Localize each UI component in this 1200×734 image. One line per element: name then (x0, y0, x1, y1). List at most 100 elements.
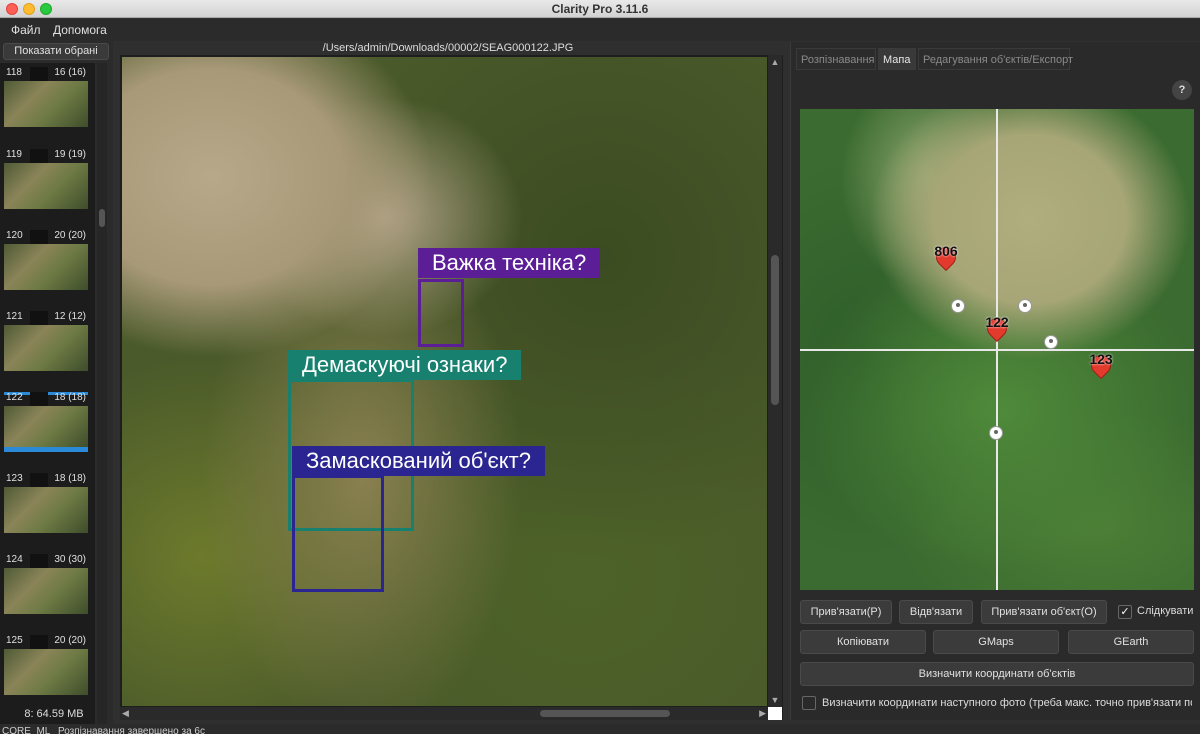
thumbnail-count: 18 (18) (54, 473, 86, 484)
status-message: Розпізнавання завершено за 6с (58, 726, 205, 734)
map-marker-label: 122 (985, 314, 1009, 330)
status-bar: CORE_ML Розпізнавання завершено за 6с (0, 724, 1200, 734)
image-path: /Users/admin/Downloads/00002/SEAG000122.… (322, 42, 574, 54)
thumbnail-index: 121 (6, 311, 23, 322)
viewer-horizontal-scrollbar[interactable]: ◀ ▶ (120, 707, 768, 720)
determine-coordinates-button[interactable]: Визначити координати об'єктів (800, 662, 1194, 686)
menu-help[interactable]: Допомога (53, 23, 107, 37)
thumbnail-image (4, 649, 88, 695)
app-window: Clarity Pro 3.11.6 Файл Допомога Показат… (0, 0, 1200, 734)
right-panel: Розпізнавання Мапа Редагування об'єктів/… (790, 42, 1200, 720)
detection-box-heavy-equipment[interactable] (418, 279, 464, 347)
title-bar: Clarity Pro 3.11.6 (0, 0, 1200, 18)
thumbnail-index: 120 (6, 230, 23, 241)
follow-label: Слідкувати (1137, 605, 1194, 617)
scroll-down-icon[interactable]: ▼ (768, 693, 782, 707)
scroll-corner (768, 707, 782, 720)
thumbnail-image (4, 325, 88, 371)
waypoint-icon[interactable] (951, 299, 965, 313)
status-core: CORE_ML (2, 726, 51, 734)
crosshair-horizontal (800, 349, 1194, 351)
gearth-button[interactable]: GEarth (1068, 630, 1194, 654)
thumbnail-mask (30, 311, 48, 325)
thumbnail-panel: Показати обрані 118 16 (16) 119 19 (19) … (0, 41, 113, 734)
unbind-button[interactable]: Відв'язати (899, 600, 973, 624)
thumbnail-item[interactable]: 120 20 (20) (4, 230, 88, 290)
detection-box-masked-object[interactable] (292, 475, 384, 592)
bind-button[interactable]: Прив'язати(Р) (800, 600, 892, 624)
thumbnail-count: 12 (12) (54, 311, 86, 322)
waypoint-icon[interactable] (989, 426, 1003, 440)
menu-bar: Файл Допомога (0, 19, 1200, 41)
next-photo-checkbox[interactable] (802, 696, 816, 710)
thumbnail-image (4, 487, 88, 533)
aerial-photo[interactable]: Важка техніка? Демаскуючі ознаки? Замаск… (122, 57, 767, 706)
scroll-left-icon[interactable]: ◀ (122, 707, 129, 720)
thumbnail-image (4, 568, 88, 614)
memory-usage: 8: 64.59 MB (24, 708, 84, 720)
detection-label-unmasking-signs: Демаскуючі ознаки? (288, 350, 522, 380)
gmaps-button[interactable]: GMaps (933, 630, 1059, 654)
next-photo-label: Визначити координати наступного фото (тр… (822, 697, 1192, 709)
map-marker-806[interactable]: 806 (931, 242, 961, 277)
help-button[interactable]: ? (1172, 80, 1192, 100)
scrollbar-handle[interactable] (99, 209, 105, 227)
thumbnail-index: 119 (6, 149, 22, 160)
thumbnail-mask (30, 67, 48, 81)
map-marker-label: 806 (934, 243, 958, 259)
thumbnail-count: 18 (18) (54, 392, 86, 403)
thumbnail-item[interactable]: 118 16 (16) (4, 67, 88, 127)
thumbnail-item[interactable]: 123 18 (18) (4, 473, 88, 533)
thumbnail-index: 118 (6, 67, 22, 78)
map-marker-122[interactable]: 122 (982, 313, 1012, 348)
thumbnail-mask (30, 392, 48, 406)
copy-button[interactable]: Копіювати (800, 630, 926, 654)
thumbnail-item-selected[interactable]: 122 18 (18) (4, 392, 88, 452)
satellite-map[interactable]: 806 122 123 (800, 109, 1194, 590)
thumbnail-count: 19 (19) (54, 149, 86, 160)
scroll-up-icon[interactable]: ▲ (768, 55, 782, 69)
thumbnail-mask (30, 554, 48, 568)
thumbnail-item[interactable]: 124 30 (30) (4, 554, 88, 614)
scrollbar-handle[interactable] (771, 255, 779, 405)
thumbnail-mask (30, 230, 48, 244)
waypoint-icon[interactable] (1044, 335, 1058, 349)
thumbnail-mask (30, 149, 48, 163)
thumbnail-image (4, 244, 88, 290)
thumbnail-index: 122 (6, 392, 23, 403)
image-viewer[interactable]: Важка техніка? Демаскуючі ознаки? Замаск… (120, 55, 783, 720)
thumbnail-item[interactable]: 119 19 (19) (4, 149, 88, 209)
scrollbar-handle[interactable] (540, 710, 670, 717)
thumbnail-count: 20 (20) (54, 230, 86, 241)
thumbnail-mask (30, 473, 48, 487)
tab-map[interactable]: Мапа (878, 48, 916, 70)
waypoint-icon[interactable] (1018, 299, 1032, 313)
detection-label-masked-object: Замаскований об'єкт? (292, 446, 545, 476)
thumbnail-count: 30 (30) (54, 554, 86, 565)
thumbnail-index: 124 (6, 554, 23, 565)
detection-label-heavy-equipment: Важка техніка? (418, 248, 601, 278)
map-marker-label: 123 (1089, 351, 1113, 367)
menu-file[interactable]: Файл (11, 23, 41, 37)
thumbnail-count: 16 (16) (54, 67, 86, 78)
thumbnail-item[interactable]: 125 20 (20) (4, 635, 88, 695)
viewer-vertical-scrollbar[interactable]: ▲ ▼ (768, 55, 782, 707)
thumbnail-image (4, 163, 88, 209)
tab-edit-export[interactable]: Редагування об'єктів/Експорт (918, 48, 1073, 70)
thumbnail-index: 123 (6, 473, 23, 484)
thumbnail-list[interactable]: 118 16 (16) 119 19 (19) 120 20 (20) 121 … (0, 63, 95, 734)
thumbnail-image (4, 81, 88, 127)
tab-recognition[interactable]: Розпізнавання (796, 48, 876, 70)
map-marker-123[interactable]: 123 (1086, 350, 1116, 385)
thumbnail-image (4, 406, 88, 452)
thumbnail-mask (30, 635, 48, 649)
follow-checkbox[interactable]: ✓ (1118, 605, 1132, 619)
window-title: Clarity Pro 3.11.6 (551, 2, 649, 16)
show-selected-button[interactable]: Показати обрані (3, 43, 109, 60)
thumbnail-item[interactable]: 121 12 (12) (4, 311, 88, 371)
thumbnail-index: 125 (6, 635, 23, 646)
thumbnail-count: 20 (20) (54, 635, 86, 646)
thumbnail-scrollbar[interactable] (97, 63, 107, 734)
bind-object-button[interactable]: Прив'язати об'єкт(О) (981, 600, 1107, 624)
scroll-right-icon[interactable]: ▶ (759, 707, 766, 720)
